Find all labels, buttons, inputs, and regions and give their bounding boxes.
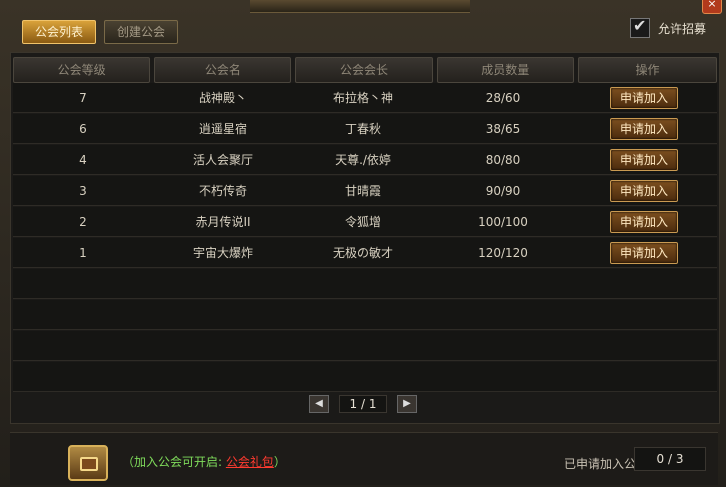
cell-members: 80/80	[485, 152, 521, 167]
footer-panel: （加入公会可开启: 公会礼包） 已申请加入公会: 0 / 3	[10, 432, 718, 485]
cell-level: 4	[79, 152, 87, 167]
cell-level: 1	[79, 245, 87, 260]
apply-join-button[interactable]: 申请加入	[610, 148, 678, 171]
allow-recruit-toggle[interactable]: 允许招募	[629, 16, 706, 38]
apply-join-button[interactable]: 申请加入	[610, 241, 678, 264]
next-page-button[interactable]: ▶	[397, 395, 417, 413]
apply-join-button[interactable]: 申请加入	[610, 117, 678, 140]
table-row: 4 活人会聚厅 天尊./依婷 80/80 申请加入	[13, 145, 717, 175]
top-ornament	[250, 0, 470, 13]
table-row: 1 宇宙大爆炸 无极の敏才 120/120 申请加入	[13, 238, 717, 268]
table-row-empty	[13, 269, 717, 299]
header-leader: 公会会长	[295, 57, 433, 83]
applied-guilds-count: 0 / 3	[634, 447, 706, 471]
table-row-empty	[13, 300, 717, 330]
table-header: 公会等级 公会名 公会会长 成员数量 操作	[13, 57, 718, 83]
cell-members: 100/100	[478, 214, 528, 229]
treasure-chest-icon	[68, 445, 108, 481]
cell-level: 6	[79, 121, 87, 136]
cell-leader: 天尊./依婷	[335, 153, 391, 167]
guild-window: × 公会列表 创建公会 允许招募 公会等级 公会名 公会会长 成员数量 操作 7…	[0, 0, 726, 487]
header-action: 操作	[577, 57, 718, 83]
prev-page-button[interactable]: ◀	[309, 395, 329, 413]
tab-guild-list[interactable]: 公会列表	[22, 20, 97, 44]
cell-leader: 令狐增	[344, 215, 381, 229]
cell-level: 3	[79, 183, 87, 198]
apply-join-button[interactable]: 申请加入	[610, 86, 678, 109]
allow-recruit-checkbox[interactable]	[629, 16, 650, 38]
gift-text: （加入公会可开启:	[122, 455, 226, 469]
guild-gift-link[interactable]: 公会礼包	[226, 455, 274, 469]
cell-guild-name: 赤月传说II	[195, 215, 251, 229]
cell-guild-name: 战神殿丶	[198, 91, 247, 105]
cell-level: 7	[79, 90, 87, 105]
page-indicator: 1 / 1	[339, 395, 387, 413]
cell-members: 28/60	[485, 90, 521, 105]
pagination: ◀ 1 / 1 ▶	[0, 395, 726, 413]
cell-members: 38/65	[485, 121, 521, 136]
table-row-empty	[13, 331, 717, 361]
guild-table-panel: 公会等级 公会名 公会会长 成员数量 操作 7 战神殿丶 布拉格丶神 28/60…	[10, 52, 720, 424]
apply-join-button[interactable]: 申请加入	[610, 210, 678, 233]
cell-members: 90/90	[485, 183, 521, 198]
table-row: 3 不朽传奇 甘晴霞 90/90 申请加入	[13, 176, 717, 206]
header-name: 公会名	[154, 57, 292, 83]
apply-join-button[interactable]: 申请加入	[610, 179, 678, 202]
cell-guild-name: 逍遥星宿	[198, 122, 247, 136]
table-row: 2 赤月传说II 令狐增 100/100 申请加入	[13, 207, 717, 237]
cell-guild-name: 不朽传奇	[198, 184, 247, 198]
guild-tabs: 公会列表 创建公会	[22, 20, 179, 44]
cell-level: 2	[79, 214, 87, 229]
cell-guild-name: 活人会聚厅	[192, 153, 253, 167]
cell-leader: 丁春秋	[344, 122, 381, 136]
cell-leader: 布拉格丶神	[332, 91, 393, 105]
header-members: 成员数量	[436, 57, 574, 83]
tab-create-guild[interactable]: 创建公会	[104, 20, 179, 44]
close-button[interactable]: ×	[702, 0, 722, 14]
guild-gift-hint: （加入公会可开启: 公会礼包）	[122, 453, 286, 470]
header-level: 公会等级	[13, 57, 151, 83]
table-row-empty	[13, 362, 717, 392]
cell-members: 120/120	[478, 245, 528, 260]
cell-guild-name: 宇宙大爆炸	[192, 246, 253, 260]
cell-leader: 甘晴霞	[344, 184, 381, 198]
cell-leader: 无极の敏才	[332, 246, 393, 260]
table-row: 7 战神殿丶 布拉格丶神 28/60 申请加入	[13, 83, 717, 113]
table-row: 6 逍遥星宿 丁春秋 38/65 申请加入	[13, 114, 717, 144]
allow-recruit-label: 允许招募	[657, 21, 706, 36]
gift-text-end: ）	[273, 455, 286, 469]
